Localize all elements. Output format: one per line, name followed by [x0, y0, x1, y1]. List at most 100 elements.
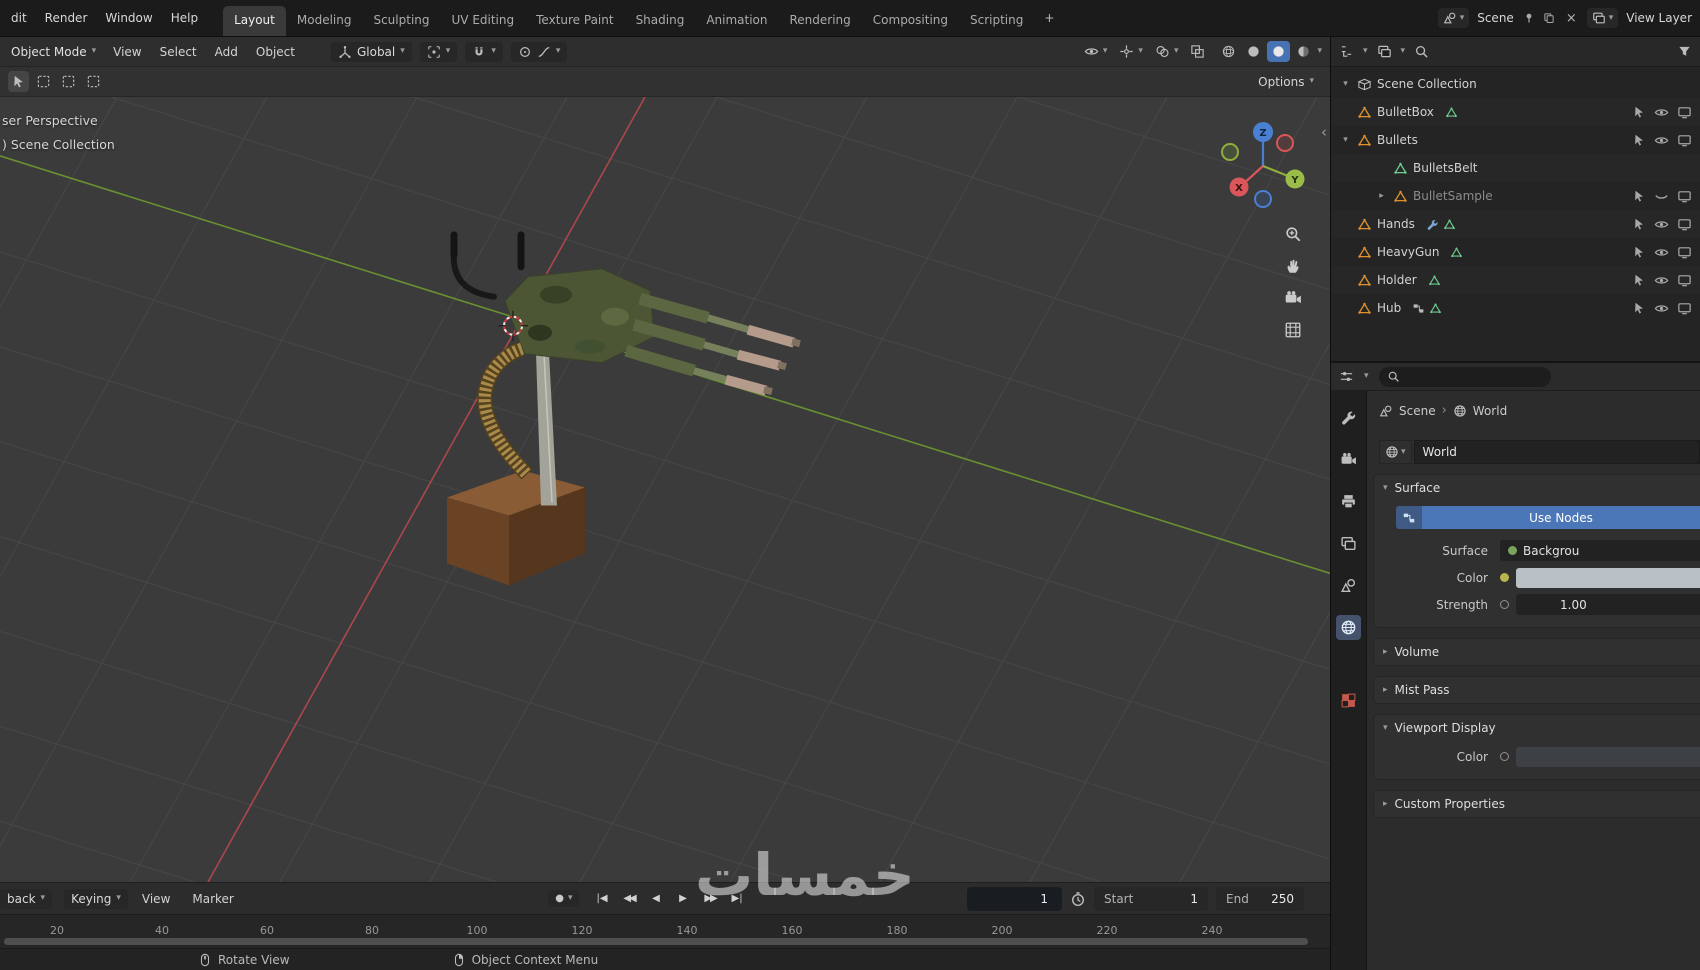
timeline-ruler[interactable]: 20 40 60 80 100 120 140 160 180 200 220 …	[0, 914, 1330, 948]
selectable-cursor-icon[interactable]	[1632, 189, 1646, 203]
viewport-display-panel-header[interactable]: ▾ Viewport Display	[1374, 715, 1700, 741]
tab-scripting[interactable]: Scripting	[959, 6, 1034, 36]
mode-dropdown[interactable]: Object Mode ▾	[4, 42, 103, 62]
prev-keyframe-button[interactable]: ◀◀	[617, 889, 642, 908]
menu-add[interactable]: Add	[207, 41, 246, 63]
outliner-editor-icon[interactable]	[1339, 44, 1354, 59]
disclosure-icon[interactable]: ▾	[1339, 135, 1352, 145]
disable-render-icon[interactable]	[1677, 245, 1692, 260]
selectable-cursor-icon[interactable]	[1632, 273, 1646, 287]
disable-render-icon[interactable]	[1677, 133, 1692, 148]
shading-wireframe-icon[interactable]	[1217, 41, 1240, 62]
keying-dropdown[interactable]: Keying ▾	[64, 888, 128, 909]
tab-uv-editing[interactable]: UV Editing	[441, 6, 526, 36]
menu-window[interactable]: Window	[96, 6, 161, 30]
pin-scene-icon[interactable]	[1522, 11, 1536, 25]
tab-scene-icon[interactable]	[1336, 573, 1361, 598]
selectable-cursor-icon[interactable]	[1632, 133, 1646, 147]
chevron-down-icon[interactable]: ▾	[1317, 47, 1322, 56]
outliner-row-bulletsample[interactable]: ▸ BulletSample	[1331, 182, 1700, 210]
toggle-xray-icon[interactable]	[1190, 44, 1205, 59]
outliner-row-heavygun[interactable]: HeavyGun	[1331, 238, 1700, 266]
camera-view-icon[interactable]	[1284, 289, 1302, 307]
tab-sculpting[interactable]: Sculpting	[362, 6, 440, 36]
outliner-row-bulletbox[interactable]: BulletBox	[1331, 98, 1700, 126]
current-frame-field[interactable]: 1	[967, 886, 1062, 911]
tab-output-icon[interactable]	[1336, 489, 1361, 514]
outliner-row-scene-collection[interactable]: ▾ Scene Collection	[1331, 70, 1700, 98]
options-dropdown[interactable]: Options ▾	[1250, 72, 1322, 92]
show-overlays-icon[interactable]	[1155, 44, 1170, 59]
tab-view-layer-icon[interactable]	[1336, 531, 1361, 556]
outliner-row-holder[interactable]: Holder	[1331, 266, 1700, 294]
selectable-cursor-icon[interactable]	[1632, 301, 1646, 315]
properties-search-input[interactable]	[1378, 366, 1551, 387]
next-keyframe-button[interactable]: ▶▶	[698, 889, 723, 908]
hide-eye-icon[interactable]	[1654, 105, 1669, 120]
chevron-down-icon[interactable]: ▾	[1401, 47, 1406, 56]
view-layer-browse-button[interactable]: ▾	[1586, 8, 1619, 28]
scene-name-field[interactable]: Scene	[1475, 11, 1516, 25]
chevron-down-icon[interactable]: ▾	[1103, 47, 1108, 56]
chevron-down-icon[interactable]: ▾	[1364, 372, 1369, 381]
tab-modeling[interactable]: Modeling	[286, 6, 363, 36]
strength-field[interactable]: 1.00	[1516, 594, 1700, 615]
menu-render[interactable]: Render	[36, 6, 97, 30]
hide-eye-icon[interactable]	[1654, 301, 1669, 316]
world-color-swatch[interactable]	[1516, 567, 1700, 588]
vd-color-swatch[interactable]	[1516, 746, 1700, 767]
tab-world-icon[interactable]	[1336, 615, 1361, 640]
tool-select-box-icon[interactable]	[33, 71, 54, 92]
disable-render-icon[interactable]	[1677, 189, 1692, 204]
shading-rendered-icon[interactable]	[1292, 41, 1315, 62]
new-scene-icon[interactable]	[1542, 11, 1556, 25]
properties-editor-icon[interactable]	[1339, 369, 1354, 384]
tab-animation[interactable]: Animation	[695, 6, 778, 36]
disclosure-icon[interactable]: ▾	[1339, 79, 1352, 89]
decorator-dot[interactable]	[1500, 600, 1509, 609]
tab-texture-paint[interactable]: Texture Paint	[525, 6, 624, 36]
tab-tool-icon[interactable]	[1336, 405, 1361, 430]
hide-eye-icon[interactable]	[1654, 217, 1669, 232]
proportional-editing-toggle[interactable]: ▾	[510, 41, 568, 62]
tab-layout[interactable]: Layout	[223, 6, 286, 36]
hide-eye-icon[interactable]	[1654, 245, 1669, 260]
decorator-dot[interactable]	[1500, 752, 1509, 761]
world-browse-button[interactable]: ▾	[1379, 440, 1412, 464]
breadcrumb-world[interactable]: World	[1473, 404, 1507, 418]
chevron-down-icon[interactable]: ▾	[1138, 47, 1143, 56]
play-button[interactable]: ▶	[671, 889, 696, 908]
outliner-row-hub[interactable]: Hub	[1331, 294, 1700, 322]
end-frame-field[interactable]: End 250	[1216, 886, 1304, 911]
surface-shader-dropdown[interactable]: Backgrou	[1500, 540, 1700, 561]
hidden-eye-closed-icon[interactable]	[1654, 189, 1669, 204]
jump-to-end-button[interactable]: ▶|	[725, 889, 750, 908]
disable-render-icon[interactable]	[1677, 105, 1692, 120]
selectable-cursor-icon[interactable]	[1632, 245, 1646, 259]
zoom-tool-icon[interactable]	[1284, 225, 1302, 243]
show-gizmo-icon[interactable]	[1119, 44, 1134, 59]
shading-solid-icon[interactable]	[1242, 41, 1265, 62]
add-workspace-button[interactable]: +	[1036, 7, 1062, 29]
hide-eye-icon[interactable]	[1654, 133, 1669, 148]
tool-tweak-icon[interactable]	[8, 71, 29, 92]
timeline-menu-view[interactable]: View	[134, 888, 178, 910]
chevron-down-icon[interactable]: ▾	[1174, 47, 1179, 56]
tool-select-extend-icon[interactable]	[58, 71, 79, 92]
viewport-3d[interactable]: ser Perspective ) Scene Collection ‹ Z X…	[0, 97, 1330, 882]
selectable-cursor-icon[interactable]	[1632, 105, 1646, 119]
view-layer-name-field[interactable]: View Layer	[1624, 11, 1694, 25]
disable-render-icon[interactable]	[1677, 301, 1692, 316]
navigation-gizmo[interactable]: Z X Y	[1218, 121, 1308, 211]
heavy-gun-model[interactable]	[447, 231, 801, 586]
snap-toggle[interactable]: ▾	[465, 41, 503, 62]
menu-select[interactable]: Select	[152, 41, 205, 63]
tab-texture-icon[interactable]	[1336, 688, 1361, 713]
outliner-row-bullets[interactable]: ▾ Bullets	[1331, 126, 1700, 154]
delete-scene-icon[interactable]: ×	[1562, 11, 1581, 26]
filter-icon[interactable]	[1677, 44, 1692, 59]
jump-to-start-button[interactable]: |◀	[590, 889, 615, 908]
object-visibility-icon[interactable]	[1084, 44, 1099, 59]
preview-range-clock-icon[interactable]	[1070, 891, 1086, 907]
tab-rendering[interactable]: Rendering	[779, 6, 862, 36]
